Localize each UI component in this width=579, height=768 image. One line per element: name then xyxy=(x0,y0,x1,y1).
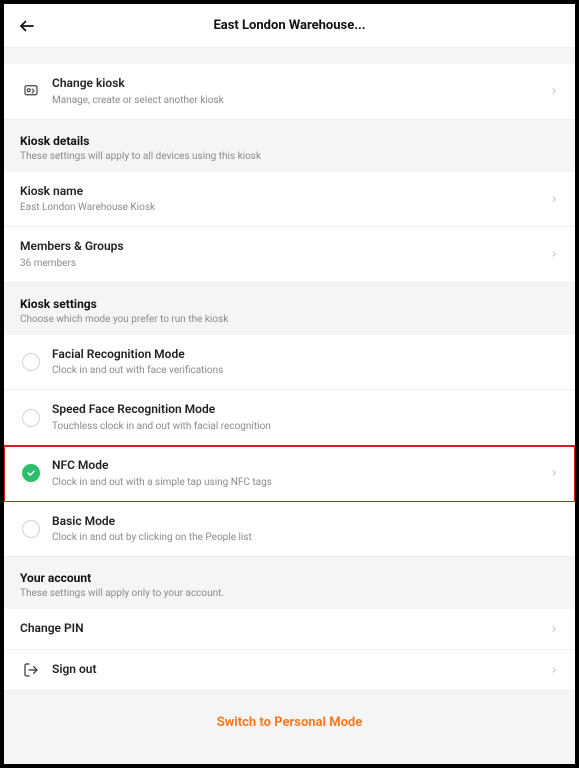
mode-basic[interactable]: Basic Mode Clock in and out by clicking … xyxy=(4,502,575,557)
change-kiosk-row[interactable]: Change kiosk Manage, create or select an… xyxy=(4,64,575,119)
row-title: Sign out xyxy=(52,662,549,678)
row-title: Kiosk name xyxy=(20,184,549,200)
chevron-right-icon xyxy=(549,624,559,634)
mode-speed-face[interactable]: Speed Face Recognition Mode Touchless cl… xyxy=(4,390,575,446)
row-title: Facial Recognition Mode xyxy=(52,347,559,363)
row-subtitle: Manage, create or select another kiosk xyxy=(52,94,549,107)
row-title: Basic Mode xyxy=(52,514,559,530)
change-pin-row[interactable]: Change PIN xyxy=(4,609,575,650)
row-subtitle: 36 members xyxy=(20,257,549,270)
radio-unchecked-icon xyxy=(22,353,40,371)
row-title: Change PIN xyxy=(20,621,549,637)
row-subtitle: Touchless clock in and out with facial r… xyxy=(52,420,559,433)
switch-personal-mode-link[interactable]: Switch to Personal Mode xyxy=(4,691,575,754)
radio-checked-icon xyxy=(22,464,40,482)
row-subtitle: Clock in and out with a simple tap using… xyxy=(52,476,549,489)
row-subtitle: Clock in and out with face verifications xyxy=(52,364,559,377)
sign-out-row[interactable]: Sign out xyxy=(4,650,575,690)
row-subtitle: East London Warehouse Kiosk xyxy=(20,201,549,214)
members-groups-row[interactable]: Members & Groups 36 members xyxy=(4,227,575,282)
section-subtitle: Choose which mode you prefer to run the … xyxy=(20,314,559,325)
row-title: NFC Mode xyxy=(52,458,549,474)
chevron-right-icon xyxy=(549,468,559,478)
row-title: Speed Face Recognition Mode xyxy=(52,402,559,418)
section-title: Kiosk details xyxy=(20,134,559,148)
chevron-right-icon xyxy=(549,665,559,675)
row-title: Members & Groups xyxy=(20,239,549,255)
kiosk-name-row[interactable]: Kiosk name East London Warehouse Kiosk xyxy=(4,172,575,228)
arrow-left-icon xyxy=(18,17,36,35)
row-title: Change kiosk xyxy=(52,76,549,92)
back-button[interactable] xyxy=(18,17,36,35)
page-header: East London Warehouse... xyxy=(4,4,575,48)
radio-unchecked-icon xyxy=(22,409,40,427)
kiosk-details-header: Kiosk details These settings will apply … xyxy=(4,120,575,172)
chevron-right-icon xyxy=(549,86,559,96)
section-title: Your account xyxy=(20,571,559,585)
section-title: Kiosk settings xyxy=(20,297,559,311)
kiosk-settings-header: Kiosk settings Choose which mode you pre… xyxy=(4,283,575,335)
mode-facial-recognition[interactable]: Facial Recognition Mode Clock in and out… xyxy=(4,335,575,391)
page-title: East London Warehouse... xyxy=(213,18,365,33)
section-subtitle: These settings will apply to all devices… xyxy=(20,151,559,162)
chevron-right-icon xyxy=(549,194,559,204)
radio-unchecked-icon xyxy=(22,520,40,538)
kiosk-icon xyxy=(22,82,40,100)
row-subtitle: Clock in and out by clicking on the Peop… xyxy=(52,531,559,544)
section-subtitle: These settings will apply only to your a… xyxy=(20,588,559,599)
chevron-right-icon xyxy=(549,249,559,259)
your-account-header: Your account These settings will apply o… xyxy=(4,557,575,609)
sign-out-icon xyxy=(23,662,39,678)
mode-nfc[interactable]: NFC Mode Clock in and out with a simple … xyxy=(4,446,575,502)
